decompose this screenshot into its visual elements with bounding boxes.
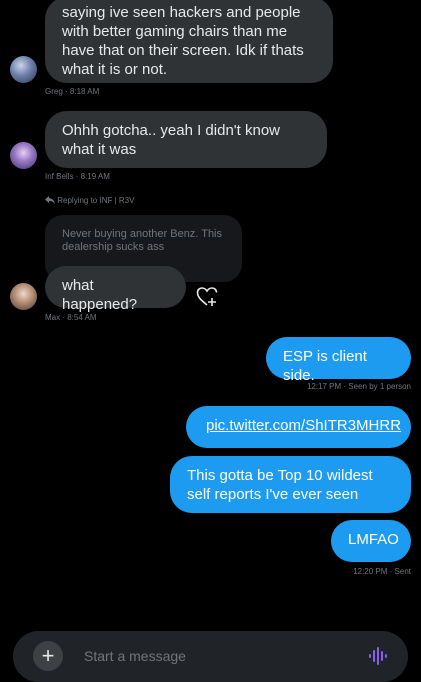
message-text: Ohhh gotcha.. yeah I didn't know what it… — [62, 122, 281, 158]
message-composer: + Start a message — [13, 631, 408, 682]
message-text: ESP is client side. — [283, 348, 367, 384]
message-text: saying ive seen hackers and people with … — [62, 4, 304, 78]
message-text: LMFAO — [348, 531, 399, 548]
message-bubble-max[interactable]: what happened? — [45, 266, 186, 313]
message-bubble-out-3[interactable]: This gotta be Top 10 wildest self report… — [170, 456, 411, 513]
avatar-greg[interactable] — [10, 56, 37, 83]
reply-indicator: Replying to INF | R3V — [45, 196, 134, 205]
message-bubble-greg[interactable]: saying ive seen hackers and people with … — [45, 0, 333, 83]
plus-icon: + — [41, 643, 55, 668]
message-bubble-out-4[interactable]: LMFAO — [331, 520, 411, 562]
message-bubble-inf-bells[interactable]: Ohhh gotcha.. yeah I didn't know what it… — [45, 111, 327, 168]
message-meta-max: Max · 8:54 AM — [45, 313, 97, 322]
add-media-button[interactable]: + — [33, 641, 63, 671]
avatar-inf-bells[interactable] — [10, 142, 37, 169]
message-text: what happened? — [62, 277, 138, 313]
message-text: This gotta be Top 10 wildest self report… — [187, 467, 373, 503]
message-input[interactable]: Start a message — [84, 648, 186, 664]
quoted-text: Never buying another Benz. This dealersh… — [62, 228, 222, 253]
message-bubble-out-2[interactable]: pic.twitter.com/ShITR3MHRR — [186, 406, 411, 448]
message-meta-out-1: 12:17 PM · Seen by 1 person — [306, 382, 411, 391]
reply-arrow-icon — [45, 196, 55, 204]
reply-label: Replying to INF | R3V — [57, 196, 135, 205]
heart-plus-icon[interactable] — [196, 286, 220, 308]
avatar-max[interactable] — [10, 283, 37, 310]
waveform-icon[interactable] — [368, 646, 388, 666]
message-meta-inf-bells: Inf Bells · 8:19 AM — [45, 172, 110, 181]
message-bubble-out-1[interactable]: ESP is client side. — [266, 337, 411, 384]
message-meta-out-4: 12:20 PM · Sent — [353, 567, 411, 576]
message-meta-greg: Greg · 8:18 AM — [45, 87, 100, 96]
media-link[interactable]: pic.twitter.com/ShITR3MHRR — [206, 417, 401, 434]
